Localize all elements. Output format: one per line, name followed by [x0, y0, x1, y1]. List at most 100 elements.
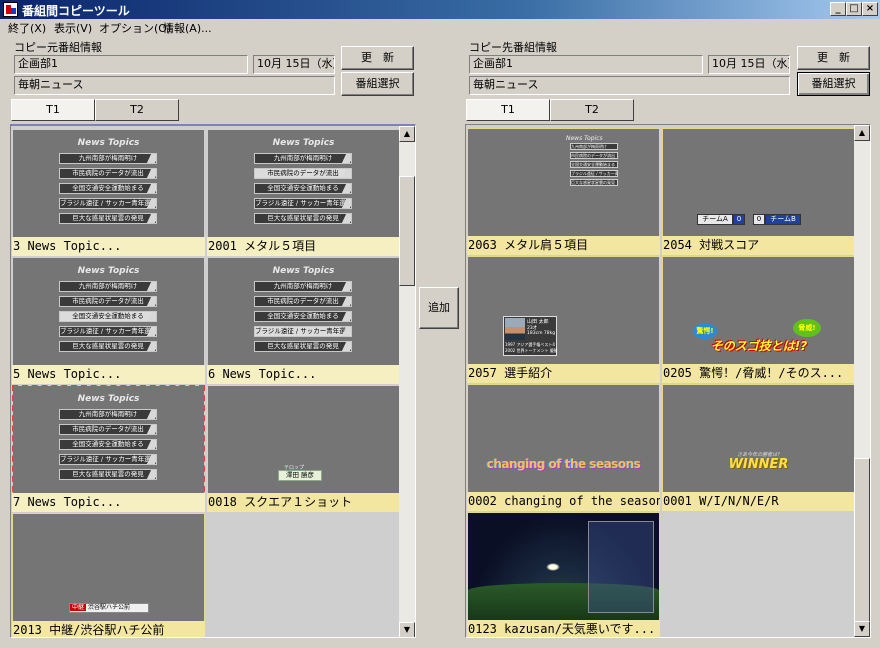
- news-topic-item: 全国交通安全運動始まる: [59, 183, 157, 194]
- news-topic-item: 九州南部が梅雨明け: [254, 281, 352, 292]
- dest-tab-strip: T1 T2: [466, 99, 636, 121]
- news-topic-item: 市民病院のデータが流出: [254, 296, 352, 307]
- scroll-thumb[interactable]: [399, 176, 415, 286]
- source-section-label: コピー元番組情報: [14, 41, 102, 54]
- team-a-label: チームA: [697, 214, 733, 225]
- source-program-field: 毎朝ニュース: [14, 76, 335, 95]
- minimize-button[interactable]: _: [830, 2, 846, 16]
- window-title: 番組間コピーツール: [22, 4, 130, 18]
- item-caption: 2013 中継/渋谷駅ハチ公前: [12, 621, 205, 637]
- player-name: 山田 太郎: [527, 319, 549, 325]
- item-cell[interactable]: News Topics 九州南部が梅雨明け 市民病院のデータが流出 全国交通安全運動始…: [207, 257, 400, 384]
- item-cell[interactable]: News Topics 九州南部が梅雨明け 市民病院のデータが流出 全国交通安全運動始…: [12, 257, 205, 384]
- news-topic-item: 全国交通安全運動始まる: [254, 183, 352, 194]
- item-cell[interactable]: News Topics 九州南部が梅雨明け 市民病院のデータが流出 全国交通安全運動始…: [207, 129, 400, 256]
- news-topic-item: 九州南部が梅雨明け: [59, 153, 157, 164]
- chukei-super: 中継 渋谷駅ハチ公前: [69, 603, 149, 613]
- dest-section-label: コピー先番組情報: [469, 41, 557, 54]
- item-caption: 3 News Topic...: [12, 237, 205, 256]
- item-caption: 0018 スクエア１ショット: [207, 493, 400, 512]
- news-topic-item: 市民病院のデータが流出: [59, 168, 157, 179]
- news-topics-title: News Topics: [272, 138, 335, 148]
- news-topic-item: 巨大な惑星状星雲の発見: [59, 341, 157, 352]
- item-cell[interactable]: News Topics 九州南部が梅雨明け 市民病院のデータが流出 全国交通安全運動始…: [12, 385, 205, 512]
- news-topic-item: 市民病院のデータが流出: [59, 424, 157, 435]
- item-cell[interactable]: News Topics 九州南部が梅雨明け 市民病院のデータが流出 全国交通安全運動始…: [467, 128, 660, 255]
- add-button[interactable]: 追加: [419, 287, 459, 329]
- item-caption: 2063 メタル肩５項目: [467, 236, 660, 255]
- news-topics-title: News Topics: [77, 394, 140, 404]
- dest-item-grid: News Topics 九州南部が梅雨明け 市民病院のデータが流出 全国交通安全運動始…: [465, 124, 871, 638]
- news-topic-item: ブラジル遠征 / サッカー青年選手権: [59, 326, 157, 337]
- item-thumbnail: News Topics 九州南部が梅雨明け 市民病院のデータが流出 全国交通安全運動始…: [468, 129, 659, 236]
- weather-panel: [588, 521, 654, 613]
- dest-scrollbar[interactable]: ▲ ▼: [854, 125, 870, 637]
- item-caption: 0001 W/I/N/N/E/R: [662, 492, 855, 511]
- maximize-button[interactable]: □: [846, 2, 862, 16]
- scroll-down-arrow-icon[interactable]: ▼: [399, 622, 415, 637]
- item-caption: 2057 選手紹介: [467, 364, 660, 383]
- source-tab-t2[interactable]: T2: [95, 99, 179, 121]
- item-caption: 6 News Topic...: [207, 365, 400, 384]
- source-scrollbar[interactable]: ▲ ▼: [399, 126, 415, 637]
- dest-tab-t2[interactable]: T2: [550, 99, 634, 121]
- dest-update-button[interactable]: 更 新: [797, 46, 870, 70]
- news-topic-item: ブラジル遠征 / サッカー青年選手権: [59, 198, 157, 209]
- news-topics-title: News Topics: [566, 135, 603, 142]
- menu-options[interactable]: オプション(O): [99, 20, 171, 36]
- item-cell[interactable]: チームA 0 0 チームB 2054 対戦スコア: [662, 128, 855, 255]
- news-topic-item: ブラジル遠征 / サッカー青年選手権: [254, 198, 352, 209]
- item-caption: 2054 対戦スコア: [662, 236, 855, 255]
- close-button[interactable]: ×: [862, 2, 878, 16]
- scroll-thumb[interactable]: [854, 458, 870, 623]
- source-select-program-button[interactable]: 番組選択: [341, 72, 414, 96]
- item-cell[interactable]: テロップ 澤田 勝彦 0018 スクエア１ショット: [207, 385, 400, 512]
- item-caption: 0123 kazusan/天気悪いです...: [467, 620, 660, 637]
- news-topic-item: 九州南部が梅雨明け: [570, 143, 618, 150]
- menu-exit[interactable]: 終了(X): [8, 20, 46, 36]
- item-cell[interactable]: 山田 太郎 23才 183cm 78kg 1997 アジア選手権ベスト4 2002 世界…: [467, 256, 660, 383]
- item-cell[interactable]: changing of the seasons 0002 changing of …: [467, 384, 660, 511]
- news-topic-item: 市民病院のデータが流出: [570, 152, 618, 159]
- score-a: 0: [733, 214, 745, 225]
- item-cell[interactable]: 驚愕! 脅威! そのスゴ技とは!? 0205 驚愕！/脅威！/そのス...: [662, 256, 855, 383]
- news-topic-item: 全国交通安全運動始まる: [570, 161, 618, 168]
- player-photo: [505, 318, 525, 340]
- dest-select-program-button[interactable]: 番組選択: [797, 72, 870, 96]
- news-topic-item: 全国交通安全運動始まる: [254, 311, 352, 322]
- app-icon: [3, 2, 18, 17]
- scroll-up-arrow-icon[interactable]: ▲: [399, 126, 415, 142]
- scroll-down-arrow-icon[interactable]: ▼: [854, 621, 870, 637]
- item-thumbnail: 驚愕! 脅威! そのスゴ技とは!?: [663, 257, 854, 364]
- source-item-grid: News Topics 九州南部が梅雨明け 市民病院のデータが流出 全国交通安全運動始…: [10, 124, 416, 638]
- item-cell[interactable]: さあ今年の勝者は? WINNER 0001 W/I/N/N/E/R: [662, 384, 855, 511]
- source-tab-t1[interactable]: T1: [11, 99, 95, 121]
- news-topic-item: 九州南部が梅雨明け: [59, 281, 157, 292]
- menu-info[interactable]: 情報(A)...: [163, 20, 212, 36]
- item-caption: 0205 驚愕！/脅威！/そのス...: [662, 364, 855, 383]
- news-topics-title: News Topics: [77, 138, 140, 148]
- menu-view[interactable]: 表示(V): [54, 20, 92, 36]
- source-date-field: 10月 15日（水）: [253, 55, 335, 74]
- chukei-tag: 中継: [70, 604, 87, 611]
- news-topic-item: 九州南部が梅雨明け: [59, 409, 157, 420]
- menu-bar: 終了(X) 表示(V) オプション(O) 情報(A)...: [0, 19, 880, 37]
- source-tab-strip: T1 T2: [11, 99, 181, 121]
- item-caption: 7 News Topic...: [12, 493, 205, 512]
- item-caption: 0002 changing of the seasons: [467, 492, 660, 511]
- score-super: チームA 0 0 チームB: [697, 214, 817, 225]
- item-thumbnail: News Topics 九州南部が梅雨明け 市民病院のデータが流出 全国交通安全運動始…: [13, 386, 204, 493]
- scroll-up-arrow-icon[interactable]: ▲: [854, 125, 870, 141]
- item-thumbnail: さあ今年の勝者は? WINNER: [663, 385, 854, 492]
- item-cell[interactable]: News Topics 九州南部が梅雨明け 市民病院のデータが流出 全国交通安全運動始…: [12, 129, 205, 256]
- source-update-button[interactable]: 更 新: [341, 46, 414, 70]
- score-b: 0: [753, 214, 765, 225]
- item-cell[interactable]: 中継 渋谷駅ハチ公前 2013 中継/渋谷駅ハチ公前: [12, 513, 205, 637]
- name-super: 澤田 勝彦: [278, 470, 322, 481]
- item-caption: 5 News Topic...: [12, 365, 205, 384]
- item-cell[interactable]: 0123 kazusan/天気悪いです...: [467, 512, 660, 637]
- dest-tab-t1[interactable]: T1: [466, 99, 550, 121]
- news-topic-item: 市民病院のデータが流出: [59, 296, 157, 307]
- news-topic-item: 市民病院のデータが流出: [254, 168, 352, 179]
- news-topic-item: 全国交通安全運動始まる: [59, 311, 157, 322]
